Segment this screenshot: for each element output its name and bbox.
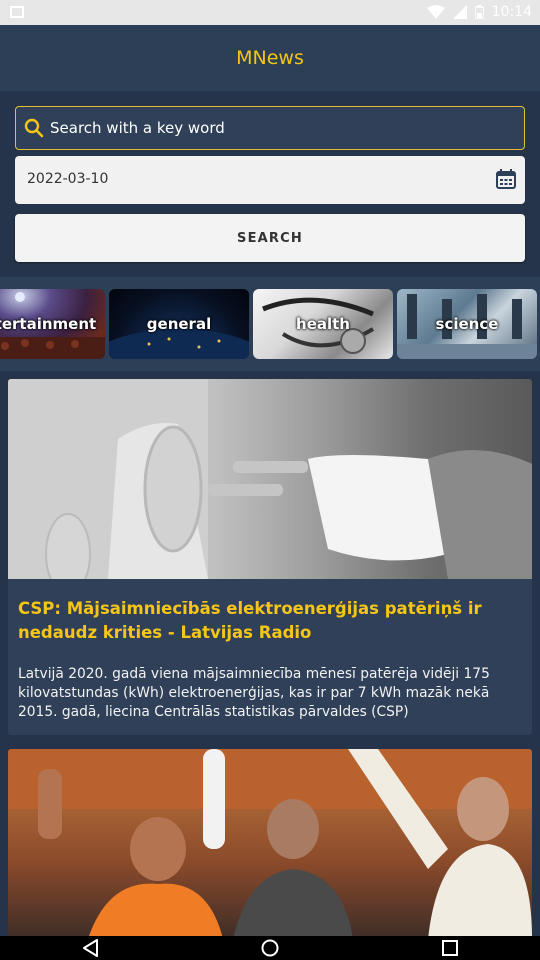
signal-icon	[452, 5, 467, 19]
category-entertainment[interactable]: entertainment	[0, 289, 105, 359]
status-bar: 10:14	[0, 0, 540, 25]
politicians-crowd-photo	[8, 749, 532, 939]
search-field[interactable]	[15, 106, 525, 150]
article-title[interactable]: CSP: Mājsaimniecībās elektroenerģijas pa…	[18, 597, 518, 645]
category-label: general	[146, 315, 212, 333]
article-image	[8, 379, 532, 579]
app-title: MNews	[236, 47, 304, 69]
category-label: entertainment	[0, 315, 97, 333]
back-icon[interactable]	[82, 939, 100, 957]
category-science[interactable]: science	[397, 289, 537, 359]
search-button-label: SEARCH	[237, 230, 303, 246]
system-nav-bar	[0, 936, 540, 960]
category-general[interactable]: general	[109, 289, 249, 359]
category-strip[interactable]: entertainment general health science	[0, 277, 540, 371]
recents-icon[interactable]	[441, 939, 459, 957]
article-card[interactable]: CSP: Mājsaimniecībās elektroenerģijas pa…	[8, 379, 532, 735]
calendar-icon[interactable]	[495, 168, 517, 190]
category-label: science	[435, 315, 499, 333]
search-input[interactable]	[50, 107, 510, 148]
article-card[interactable]	[8, 749, 532, 949]
status-time: 10:14	[491, 4, 532, 20]
picture-icon	[10, 6, 24, 18]
date-field[interactable]: 2022-03-10	[15, 156, 525, 204]
battery-icon	[474, 5, 484, 19]
wifi-icon	[426, 5, 445, 19]
category-health[interactable]: health	[253, 289, 393, 359]
search-icon	[24, 118, 44, 138]
article-description: Latvijā 2020. gadā viena mājsaimniecība …	[18, 666, 490, 720]
search-button[interactable]: SEARCH	[15, 214, 525, 262]
article-image	[8, 749, 532, 939]
home-icon[interactable]	[261, 939, 279, 957]
date-value: 2022-03-10	[27, 171, 109, 187]
category-label: health	[296, 315, 350, 333]
app-bar: MNews	[0, 25, 540, 91]
power-plug-photo	[8, 379, 532, 579]
search-form: 2022-03-10 SEARCH	[0, 91, 540, 277]
